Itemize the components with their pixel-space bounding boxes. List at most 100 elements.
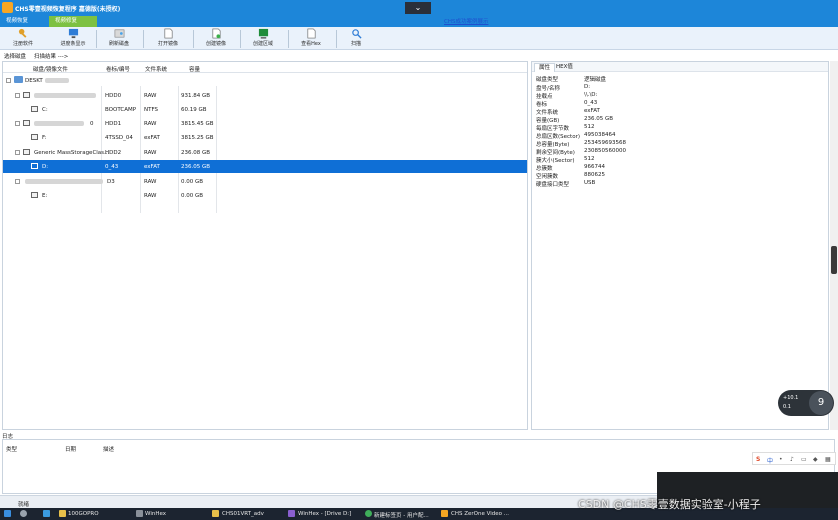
- tree-row-hdd0[interactable]: HDD0 RAW 931.84 GB: [3, 89, 527, 102]
- redacted-text: [25, 179, 103, 184]
- ime-language[interactable]: 中: [767, 456, 773, 465]
- disk-icon: [31, 106, 38, 112]
- tree-row-label: 4TSSD_04: [105, 135, 133, 141]
- breadcrumb-select-disk[interactable]: 选择磁盘: [4, 52, 26, 60]
- disk-tree-panel: 磁盘/镜像文件 卷标/编号 文件系统 容量 DESKT HDD0 RAW 931…: [2, 61, 528, 430]
- tree-row-volume-c[interactable]: C: BOOTCAMP NTFS 60.19 GB: [3, 103, 527, 116]
- tree-row-name: F:: [42, 135, 47, 141]
- register-button[interactable]: 注册软件: [8, 28, 38, 49]
- expand-toggle-icon[interactable]: [15, 121, 20, 126]
- main-tab-strip: 视频恢复 视频修复: [0, 16, 838, 27]
- tree-row-hdd3[interactable]: D3 RAW 0.00 GB: [3, 175, 527, 188]
- windows-start-icon[interactable]: [4, 510, 11, 517]
- folder-icon[interactable]: [212, 510, 219, 517]
- log-col-type[interactable]: 类型: [6, 445, 17, 453]
- tab-video-repair[interactable]: 视频修复: [49, 16, 97, 27]
- taskbar-item-browser[interactable]: 新建标签页 - 用户配...: [374, 511, 429, 519]
- success-cases-link[interactable]: CHS成功案例展示: [444, 17, 488, 25]
- expand-toggle-icon[interactable]: [6, 78, 11, 83]
- disk-icon: [23, 149, 30, 155]
- upload-speed: +10.1: [783, 395, 799, 401]
- create-image-button[interactable]: 创建镜像: [200, 28, 232, 49]
- create-image-label: 创建镜像: [205, 41, 226, 47]
- col-capacity[interactable]: 容量: [189, 65, 200, 73]
- keyboard-icon[interactable]: ▭: [801, 456, 807, 463]
- monitor-icon: [68, 28, 78, 39]
- scrollbar-thumb[interactable]: [831, 246, 837, 274]
- progress-display-button[interactable]: 进度条显示: [56, 28, 90, 49]
- menu-grid-icon[interactable]: ▦: [825, 456, 831, 463]
- log-col-description[interactable]: 描述: [103, 445, 114, 453]
- tab-hex-value[interactable]: HEX值: [552, 63, 577, 72]
- tree-row-fs: exFAT: [144, 164, 160, 170]
- open-image-button[interactable]: 打开镜像: [152, 28, 184, 49]
- status-text: 就绪: [18, 502, 30, 508]
- tree-row-name: Generic MassStorageClas...: [34, 150, 110, 156]
- property-row: 盘号/名称 D:: [536, 84, 591, 92]
- log-col-date[interactable]: 日期: [65, 445, 76, 453]
- tree-row-volume-d-selected[interactable]: D: 0_43 exFAT 236.05 GB: [3, 160, 527, 173]
- winhex-drive-icon[interactable]: [288, 510, 295, 517]
- tree-row-name: C:: [42, 107, 48, 113]
- computer-icon: [14, 76, 23, 83]
- col-label-number[interactable]: 卷标/编号: [106, 65, 130, 73]
- col-disk-image[interactable]: 磁盘/镜像文件: [33, 65, 68, 73]
- browser-icon[interactable]: [365, 510, 372, 517]
- ime-toolbar[interactable]: S 中 • ♪ ▭ ◆ ▦: [752, 452, 836, 465]
- tree-row-hdd1[interactable]: 0 HDD1 RAW 3815.45 GB: [3, 117, 527, 130]
- watermark: CSDN @CHS零壹数据实验室-小程子: [578, 498, 761, 511]
- expand-toggle-icon[interactable]: [15, 179, 20, 184]
- taskbar-item-winhex[interactable]: WinHex: [145, 511, 166, 517]
- skin-icon[interactable]: ◆: [813, 456, 818, 463]
- vertical-scrollbar[interactable]: [830, 61, 838, 430]
- ime-punctuation-icon[interactable]: •: [779, 456, 783, 463]
- property-row: 簇大小(Sector) 512: [536, 156, 595, 164]
- refresh-disk-button[interactable]: 刷新磁盘: [104, 28, 134, 49]
- collapse-chevron-icon[interactable]: ⌄: [405, 2, 431, 14]
- view-hex-label: 查看Hex: [301, 41, 321, 47]
- search-icon[interactable]: [20, 510, 27, 517]
- property-row: 总容量(Byte) 253459693568: [536, 140, 626, 148]
- new-document-icon: [212, 28, 220, 39]
- tree-row-label: HDD1: [105, 121, 122, 127]
- col-filesystem[interactable]: 文件系统: [145, 65, 167, 73]
- create-region-button[interactable]: 创建区域: [247, 28, 279, 49]
- tree-row-label: HDD0: [105, 93, 122, 99]
- property-row: 总簇数 966744: [536, 164, 605, 172]
- toolbar-separator: [336, 30, 337, 48]
- sogou-logo-icon: S: [756, 456, 761, 463]
- folder-icon[interactable]: [59, 510, 66, 517]
- taskbar-item-winhex-drive[interactable]: WinHex - [Drive D:]: [298, 511, 351, 517]
- tree-row-label: HDD2: [105, 150, 122, 156]
- disk-icon: [31, 192, 38, 198]
- taskbar-item-chs-zerone[interactable]: CHS ZerOne Video ...: [451, 511, 509, 517]
- toolbar: 注册软件 进度条显示 刷新磁盘 打开镜像 创建镜像 创建区域 查看Hex 扫描: [0, 27, 838, 50]
- toolbar-separator: [143, 30, 144, 48]
- microphone-icon[interactable]: ♪: [790, 456, 794, 463]
- breadcrumb-scan-result[interactable]: 扫描结果 --->: [34, 52, 68, 60]
- winhex-app-icon[interactable]: [136, 510, 143, 517]
- tree-row-volume-e[interactable]: E: RAW 0.00 GB: [3, 189, 527, 202]
- tree-row-computer[interactable]: DESKT: [3, 74, 527, 87]
- tree-row-cap: 236.05 GB: [181, 164, 211, 170]
- tree-row-volume-f[interactable]: F: 4TSSD_04 exFAT 3815.25 GB: [3, 131, 527, 144]
- taskbar-item-100gopro[interactable]: 100GOPRO: [68, 511, 99, 517]
- open-image-label: 打开镜像: [157, 41, 178, 47]
- expand-toggle-icon[interactable]: [15, 150, 20, 155]
- chs-app-icon[interactable]: [441, 510, 448, 517]
- taskbar-item-chs01vrt[interactable]: CHS01VRT_adv: [222, 511, 264, 517]
- task-view-icon[interactable]: [43, 510, 50, 517]
- expand-toggle-icon[interactable]: [15, 93, 20, 98]
- tree-row-hdd2[interactable]: Generic MassStorageClas... HDD2 RAW 236.…: [3, 146, 527, 159]
- app-window: CHS零壹视频恢复程序 嘉德版(未授权) ⌄ 视频恢复 视频修复 CHS成功案例…: [0, 0, 838, 520]
- tree-row-fs: RAW: [144, 121, 157, 127]
- view-hex-button[interactable]: 查看Hex: [296, 28, 326, 49]
- toolbar-separator: [240, 30, 241, 48]
- property-row: 空闲簇数 880625: [536, 172, 605, 180]
- tree-row-label: 0_43: [105, 164, 119, 170]
- tree-row-fs: RAW: [144, 150, 157, 156]
- scan-button[interactable]: 扫描: [344, 28, 368, 49]
- tab-video-recovery[interactable]: 视频恢复: [0, 16, 45, 27]
- floating-speed-widget[interactable]: +10.1 0.1 9: [778, 390, 834, 416]
- tree-row-cap: 0.00 GB: [181, 179, 204, 185]
